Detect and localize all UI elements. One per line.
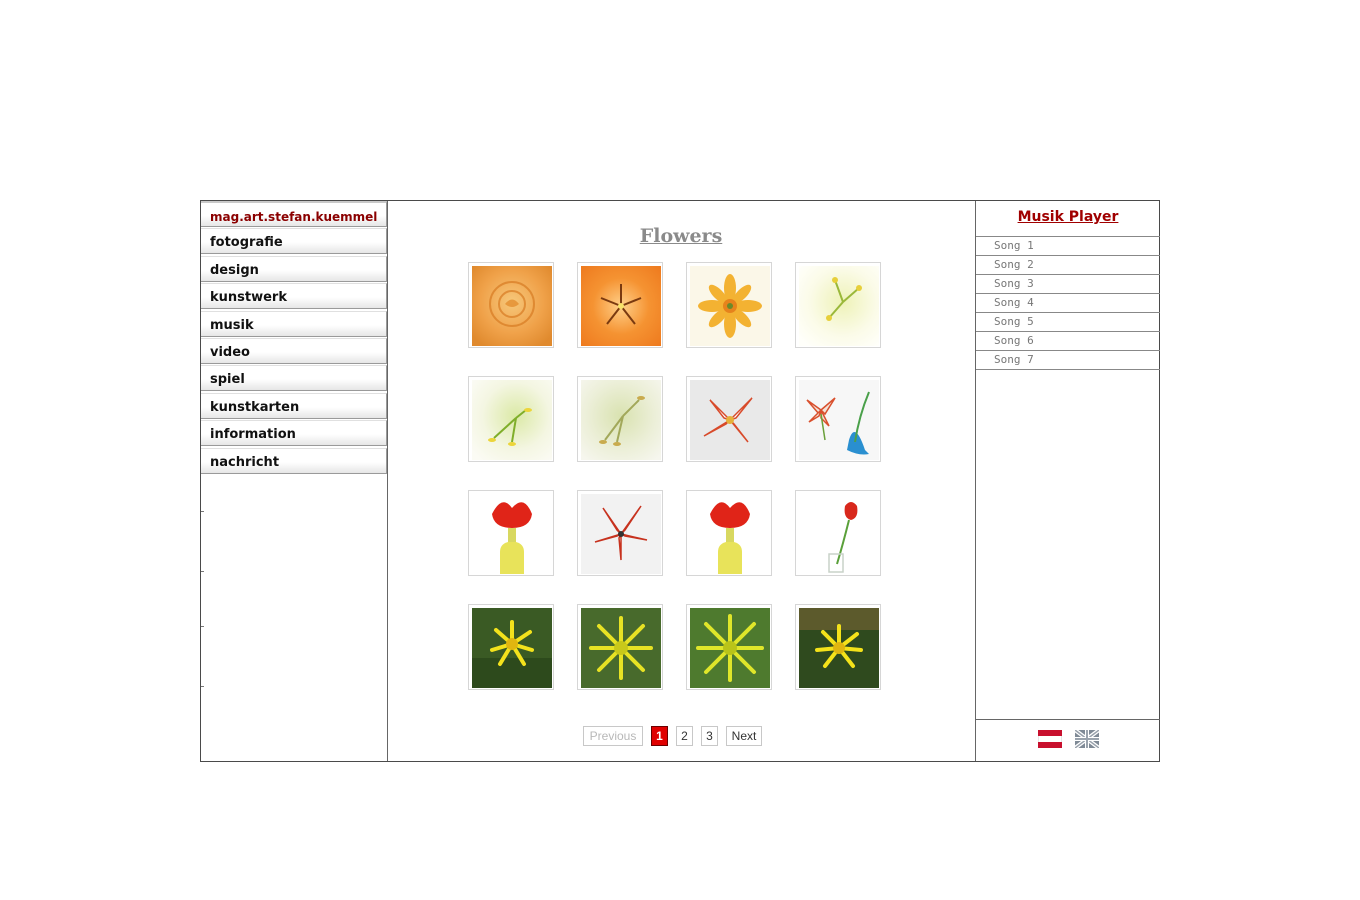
- thumbnail-yellow-dandelion[interactable]: [468, 604, 554, 690]
- tulip-blue-vase-icon: [799, 380, 879, 460]
- nav-divider: [201, 626, 204, 627]
- nav-item-kunstkarten[interactable]: kunstkarten: [201, 392, 387, 419]
- yellow-star-flower-icon: [690, 266, 770, 346]
- thumbnail-red-tulip-yellow-vase[interactable]: [468, 490, 554, 576]
- pagination: Previous 1 2 3 Next: [388, 726, 974, 748]
- language-bar: [976, 719, 1160, 762]
- song-item[interactable]: Song 5: [976, 313, 1160, 332]
- site-frame: mag.art.stefan.kuemmel fotografie design…: [200, 200, 1160, 762]
- nav-item-kunstwerk[interactable]: kunstwerk: [201, 283, 387, 310]
- red-tulip-yellow-vase-icon: [690, 494, 770, 574]
- thumbnail-red-white-tulip[interactable]: [686, 376, 772, 462]
- song-item[interactable]: Song 4: [976, 294, 1160, 313]
- thumbnail-tulip-blue-vase[interactable]: [795, 376, 881, 462]
- thumbnail-yellow-dandelion[interactable]: [795, 604, 881, 690]
- thumbnail-yellow-star-flower[interactable]: [686, 262, 772, 348]
- song-item[interactable]: Song 7: [976, 351, 1160, 370]
- yellow-dandelion-icon: [581, 608, 661, 688]
- gallery-panel: Flowers Previous 1 2 3 Next: [388, 201, 974, 761]
- main-navigation: mag.art.stefan.kuemmel fotografie design…: [201, 201, 388, 761]
- nav-item-fotografie[interactable]: fotografie: [201, 228, 387, 255]
- nav-item-information[interactable]: information: [201, 420, 387, 447]
- red-white-tulip-icon: [690, 380, 770, 460]
- song-item[interactable]: Song 1: [976, 237, 1160, 256]
- orange-rose-icon: [472, 266, 552, 346]
- thumbnail-orange-rose[interactable]: [468, 262, 554, 348]
- austria-flag-icon[interactable]: [1037, 729, 1063, 749]
- white-lily-stamens-icon: [472, 380, 552, 460]
- thumbnail-yellow-dandelion[interactable]: [686, 604, 772, 690]
- austria-flag-icon: [1037, 729, 1063, 749]
- orange-lily-icon: [581, 266, 661, 346]
- nav-item-spiel[interactable]: spiel: [201, 365, 387, 392]
- red-white-tulip-open-icon: [581, 494, 661, 574]
- song-item[interactable]: Song 6: [976, 332, 1160, 351]
- nav-divider: [201, 686, 204, 687]
- thumbnail-red-tulip-glass-vase[interactable]: [795, 490, 881, 576]
- song-list: Song 1 Song 2 Song 3 Song 4 Song 5 Song …: [976, 236, 1160, 370]
- nav-divider: [201, 571, 204, 572]
- gallery-title[interactable]: Flowers: [388, 225, 974, 247]
- thumbnail-yellow-dandelion[interactable]: [577, 604, 663, 690]
- nav-item-home[interactable]: mag.art.stefan.kuemmel: [201, 201, 387, 227]
- yellow-dandelion-icon: [690, 608, 770, 688]
- uk-flag-icon: [1073, 728, 1101, 750]
- nav-divider: [201, 511, 204, 512]
- page-1-button[interactable]: 1: [651, 726, 668, 746]
- yellow-dandelion-icon: [472, 608, 552, 688]
- music-player-panel: Musik Player Song 1 Song 2 Song 3 Song 4…: [975, 201, 1160, 761]
- song-item[interactable]: Song 3: [976, 275, 1160, 294]
- thumbnail-orange-lily[interactable]: [577, 262, 663, 348]
- page-2-button[interactable]: 2: [676, 726, 693, 746]
- thumbnail-red-tulip-yellow-vase-2[interactable]: [686, 490, 772, 576]
- song-item[interactable]: Song 2: [976, 256, 1160, 275]
- red-tulip-glass-vase-icon: [799, 494, 879, 574]
- previous-page-button[interactable]: Previous: [583, 726, 643, 746]
- nav-item-musik[interactable]: musik: [201, 310, 387, 337]
- thumbnail-white-lily-pale[interactable]: [577, 376, 663, 462]
- thumbnail-white-lily[interactable]: [795, 262, 881, 348]
- thumbnail-white-lily-stamens[interactable]: [468, 376, 554, 462]
- thumbnail-red-white-tulip-open[interactable]: [577, 490, 663, 576]
- next-page-button[interactable]: Next: [726, 726, 762, 746]
- white-lily-icon: [799, 266, 879, 346]
- nav-item-video[interactable]: video: [201, 337, 387, 364]
- nav-item-nachricht[interactable]: nachricht: [201, 447, 387, 474]
- page-3-button[interactable]: 3: [701, 726, 718, 746]
- uk-flag-icon[interactable]: [1073, 728, 1101, 750]
- white-lily-pale-icon: [581, 380, 661, 460]
- music-player-title[interactable]: Musik Player: [976, 209, 1160, 225]
- nav-item-design[interactable]: design: [201, 255, 387, 282]
- red-tulip-yellow-vase-icon: [472, 494, 552, 574]
- yellow-dandelion-icon: [799, 608, 879, 688]
